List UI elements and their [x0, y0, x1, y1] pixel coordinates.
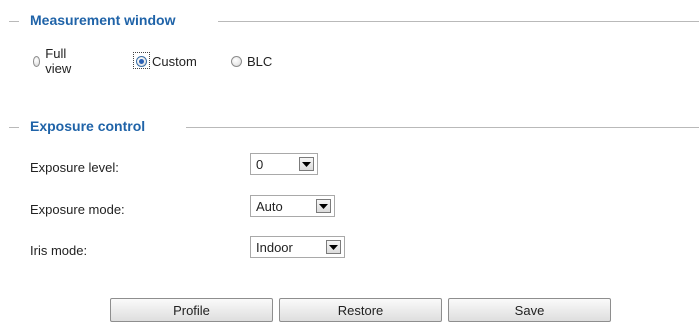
exposure-level-value: 0 [256, 156, 264, 172]
radio-full-view-label: Full view [45, 46, 72, 76]
radio-custom[interactable]: Custom [133, 52, 197, 70]
iris-mode-label: Iris mode: [30, 243, 88, 258]
radio-blc-label: BLC [247, 53, 273, 69]
exposure-level-select[interactable]: 0 [250, 153, 318, 175]
chevron-down-icon[interactable] [326, 240, 341, 254]
radio-circle[interactable] [231, 55, 242, 67]
chevron-down-icon[interactable] [316, 199, 331, 213]
measurement-window-title: Measurement window [30, 12, 176, 28]
radio-blc[interactable]: BLC [231, 52, 272, 70]
save-button[interactable]: Save [448, 298, 611, 322]
exposure-mode-label: Exposure mode: [30, 202, 125, 217]
section-dash [9, 127, 19, 128]
radio-full-view[interactable]: Full view [33, 46, 75, 76]
radio-custom-label: Custom [152, 53, 197, 69]
exposure-level-label: Exposure level: [30, 160, 119, 175]
section-divider [218, 21, 699, 22]
exposure-mode-select[interactable]: Auto [250, 195, 335, 217]
exposure-mode-value: Auto [256, 198, 283, 214]
restore-button[interactable]: Restore [279, 298, 442, 322]
exposure-control-header: Exposure control [0, 117, 699, 137]
iris-mode-select[interactable]: Indoor [250, 236, 345, 258]
chevron-down-icon[interactable] [299, 157, 314, 171]
radio-circle[interactable] [136, 55, 147, 67]
section-divider [186, 127, 699, 128]
measurement-window-header: Measurement window [0, 11, 699, 31]
iris-mode-value: Indoor [256, 239, 293, 255]
profile-button[interactable]: Profile [110, 298, 273, 322]
exposure-control-title: Exposure control [30, 118, 146, 134]
radio-circle[interactable] [33, 55, 41, 67]
section-dash [9, 21, 19, 22]
